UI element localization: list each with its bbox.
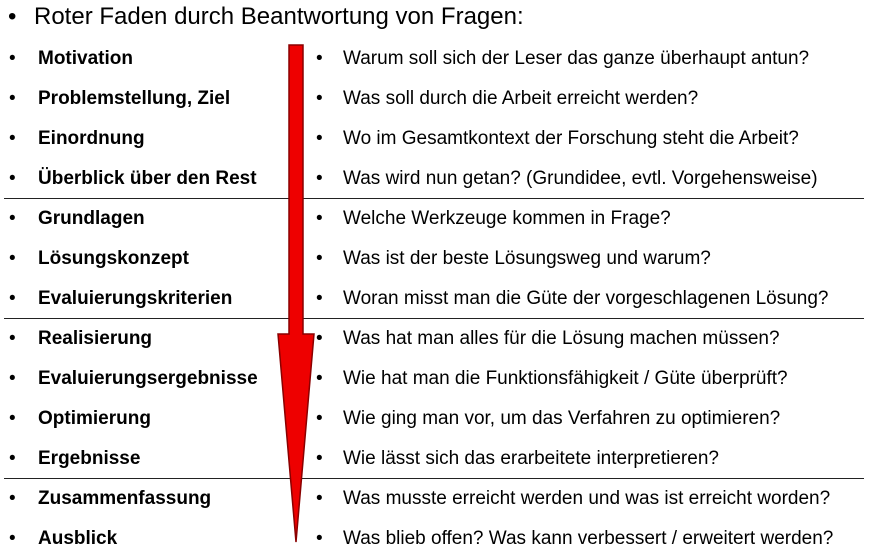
question-text: Was hat man alles für die Lösung machen … (343, 328, 780, 349)
list-row: • Evaluierungskriterien • Woran misst man d… (0, 284, 876, 314)
topic-bullet: • (9, 168, 16, 189)
list-row: • Überblick über den Rest • Was wird nun ge… (0, 164, 876, 194)
red-down-arrow-icon (277, 44, 315, 543)
topic-label: Überblick über den Rest (38, 168, 257, 189)
list-row: • Zusammenfassung • Was musste erreicht wer… (0, 484, 876, 514)
topic-bullet: • (9, 48, 16, 69)
question-text: Was soll durch die Arbeit erreicht werde… (343, 88, 699, 109)
question-bullet: • (316, 448, 323, 469)
question-text: Was ist der beste Lösungsweg und warum? (343, 248, 711, 269)
question-bullet: • (316, 88, 323, 109)
topic-label: Ergebnisse (38, 448, 141, 469)
list-row: • Einordnung • Wo im Gesamtkontext der Fors… (0, 124, 876, 154)
topic-bullet: • (9, 488, 16, 509)
topic-label: Lösungskonzept (38, 248, 189, 269)
list-row: • Ausblick • Was blieb offen? Was kann verb… (0, 524, 876, 554)
list-row: • Realisierung • Was hat man alles für die … (0, 324, 876, 354)
question-bullet: • (316, 168, 323, 189)
topic-label: Zusammenfassung (38, 488, 212, 509)
list-row: • Optimierung • Wie ging man vor, um das Ve… (0, 404, 876, 434)
question-bullet: • (316, 488, 323, 509)
question-bullet: • (316, 328, 323, 349)
topic-label: Problemstellung, Ziel (38, 88, 231, 109)
slide-title: • Roter Faden durch Beantwortung von Frag… (8, 2, 524, 32)
list-row: • Lösungskonzept • Was ist der beste Lösung… (0, 244, 876, 274)
question-text: Wo im Gesamtkontext der Forschung steht … (343, 128, 799, 149)
arrow-shape (277, 44, 315, 543)
topic-bullet: • (9, 448, 16, 469)
question-bullet: • (316, 368, 323, 389)
list-row: • Grundlagen • Welche Werkzeuge kommen in F… (0, 204, 876, 234)
question-text: Woran misst man die Güte der vorgeschlag… (343, 288, 829, 309)
section-divider-2 (4, 318, 864, 319)
question-text: Warum soll sich der Leser das ganze über… (343, 48, 810, 69)
topic-label: Optimierung (38, 408, 151, 429)
question-text: Was blieb offen? Was kann verbessert / e… (343, 528, 834, 549)
title-bullet: • (8, 3, 17, 30)
title-text: Roter Faden durch Beantwortung von Frage… (34, 3, 524, 30)
list-row: • Problemstellung, Ziel • Was soll durch di… (0, 84, 876, 114)
question-text: Wie ging man vor, um das Verfahren zu op… (343, 408, 781, 429)
question-bullet: • (316, 248, 323, 269)
question-bullet: • (316, 408, 323, 429)
section-divider-1 (4, 198, 864, 199)
question-bullet: • (316, 528, 323, 549)
topic-label: Evaluierungskriterien (38, 288, 233, 309)
question-text: Was wird nun getan? (Grundidee, evtl. Vo… (343, 168, 818, 189)
topic-label: Einordnung (38, 128, 145, 149)
question-bullet: • (316, 128, 323, 149)
topic-label: Evaluierungsergebnisse (38, 368, 258, 389)
topic-bullet: • (9, 88, 16, 109)
question-bullet: • (316, 288, 323, 309)
question-text: Was musste erreicht werden und was ist e… (343, 488, 831, 509)
list-row: • Motivation • Warum soll sich der Leser da… (0, 44, 876, 74)
section-divider-3 (4, 478, 864, 479)
topic-bullet: • (9, 368, 16, 389)
topic-bullet: • (9, 208, 16, 229)
question-text: Wie lässt sich das erarbeitete interpret… (343, 448, 719, 469)
question-text: Welche Werkzeuge kommen in Frage? (343, 208, 671, 229)
topic-bullet: • (9, 528, 16, 549)
topic-bullet: • (9, 408, 16, 429)
question-bullet: • (316, 48, 323, 69)
topic-label: Grundlagen (38, 208, 145, 229)
topic-bullet: • (9, 128, 16, 149)
list-row: • Ergebnisse • Wie lässt sich das erarbeite… (0, 444, 876, 474)
topic-bullet: • (9, 328, 16, 349)
topic-label: Ausblick (38, 528, 118, 549)
list-row: • Evaluierungsergebnisse • Wie hat man die … (0, 364, 876, 394)
question-bullet: • (316, 208, 323, 229)
topic-label: Motivation (38, 48, 133, 69)
question-text: Wie hat man die Funktionsfähigkeit / Güt… (343, 368, 788, 389)
topic-bullet: • (9, 288, 16, 309)
topic-bullet: • (9, 248, 16, 269)
topic-label: Realisierung (38, 328, 153, 349)
